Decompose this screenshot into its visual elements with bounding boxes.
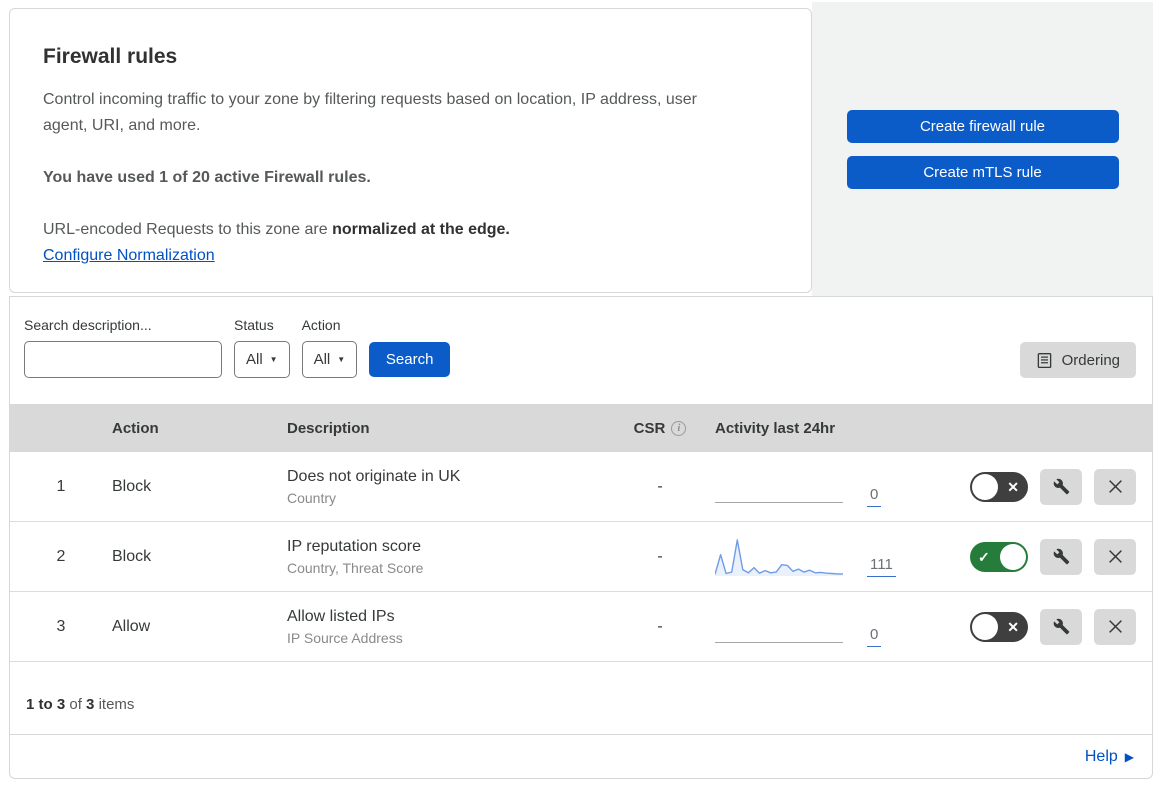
action-label: Action (301, 317, 341, 333)
rule-action: Block (112, 477, 152, 495)
rule-priority: 1 (56, 477, 66, 495)
edit-rule-button[interactable] (1040, 608, 1082, 645)
toggle-knob (972, 613, 998, 640)
rule-criteria: Country, Threat Score (287, 559, 424, 576)
pagination-range: 1 to 3 (26, 696, 66, 713)
rule-priority: 3 (56, 617, 66, 635)
delete-rule-button[interactable] (1094, 468, 1136, 505)
table-row: 1 Block Does not originate in UK Country… (10, 452, 1152, 522)
edit-rule-button[interactable] (1040, 468, 1082, 505)
intro-card: Firewall rules Control incoming traffic … (9, 8, 812, 293)
list-document-icon (1037, 352, 1051, 368)
normalization-text: URL-encoded Requests to this zone are (43, 221, 333, 238)
rule-description: Allow listed IPs (287, 607, 395, 625)
normalization-notice: URL-encoded Requests to this zone are no… (43, 217, 743, 243)
configure-normalization-link[interactable]: Configure Normalization (43, 247, 215, 264)
x-icon: ✕ (1007, 618, 1019, 635)
check-icon: ✓ (978, 548, 990, 565)
status-dropdown[interactable]: All ▼ (234, 341, 290, 378)
column-header-action: Action (112, 419, 159, 437)
action-dropdown[interactable]: All ▼ (301, 341, 358, 378)
toggle-knob (1000, 543, 1026, 570)
rule-enable-toggle[interactable]: ✓ ✕ (970, 611, 1028, 642)
close-icon (1108, 620, 1122, 633)
activity-sparkline-flat (715, 642, 843, 643)
column-header-activity: Activity last 24hr (715, 419, 836, 437)
rule-enable-toggle[interactable]: ✓ ✕ (970, 541, 1028, 572)
rule-csr-value: - (657, 477, 663, 495)
x-icon: ✕ (1007, 478, 1019, 495)
usage-notice: You have used 1 of 20 active Firewall ru… (43, 169, 371, 186)
table-row: 3 Allow Allow listed IPs IP Source Addre… (10, 592, 1152, 662)
activity-count-link[interactable]: 111 (867, 556, 896, 577)
column-header-csr: CSR i (634, 420, 687, 437)
top-section: Firewall rules Control incoming traffic … (0, 0, 1161, 296)
rule-csr-value: - (657, 617, 663, 635)
ordering-button[interactable]: Ordering (1019, 342, 1136, 378)
table-header: Action Description CSR i Activity last 2… (10, 404, 1152, 452)
search-box (24, 341, 222, 378)
rule-criteria: Country (287, 489, 337, 506)
search-label: Search description... (24, 317, 152, 333)
action-dropdown-value: All (313, 351, 331, 368)
pagination-total: 3 (86, 696, 95, 713)
page-title: Firewall rules (43, 45, 178, 68)
activity-sparkline-chart (715, 539, 843, 576)
wrench-icon (1053, 548, 1069, 565)
pagination-of: of (69, 696, 82, 713)
rule-description: IP reputation score (287, 537, 422, 555)
status-dropdown-value: All (246, 351, 263, 368)
rule-enable-toggle[interactable]: ✓ ✕ (970, 471, 1028, 502)
chevron-down-icon: ▼ (269, 355, 278, 364)
rule-action: Allow (112, 617, 151, 635)
chevron-down-icon: ▼ (337, 355, 346, 364)
help-link[interactable]: Help ▶ (1085, 748, 1134, 766)
rule-description: Does not originate in UK (287, 467, 461, 485)
right-triangle-icon: ▶ (1124, 749, 1134, 764)
close-icon (1108, 550, 1122, 563)
filter-bar: Search description... Status All ▼ Actio… (10, 297, 1152, 404)
create-mtls-rule-button[interactable]: Create mTLS rule (846, 155, 1119, 189)
help-label: Help (1084, 747, 1118, 765)
csr-header-label: CSR (633, 419, 666, 437)
activity-count-link[interactable]: 0 (867, 626, 882, 647)
page-description: Control incoming traffic to your zone by… (43, 91, 697, 134)
create-firewall-rule-button[interactable]: Create firewall rule (846, 109, 1119, 143)
ordering-button-label: Ordering (1061, 351, 1120, 369)
search-button[interactable]: Search (369, 342, 451, 377)
rule-priority: 2 (56, 547, 66, 565)
column-header-description: Description (287, 419, 370, 437)
normalization-bold: normalized at the edge. (332, 221, 510, 238)
info-icon[interactable]: i (671, 420, 687, 436)
rules-card: Search description... Status All ▼ Actio… (9, 296, 1153, 735)
help-bar: Help ▶ (9, 735, 1153, 779)
close-icon (1108, 480, 1122, 493)
activity-sparkline-flat (715, 502, 843, 503)
search-input[interactable] (41, 342, 222, 377)
rule-criteria: IP Source Address (287, 629, 403, 646)
pagination-summary: 1 to 3 of 3 items (10, 662, 1152, 734)
actions-panel: Create firewall rule Create mTLS rule (812, 2, 1153, 296)
delete-rule-button[interactable] (1094, 538, 1136, 575)
rule-action: Block (112, 547, 152, 565)
rule-csr-value: - (657, 547, 663, 565)
wrench-icon (1053, 618, 1069, 635)
delete-rule-button[interactable] (1094, 608, 1136, 645)
edit-rule-button[interactable] (1040, 538, 1082, 575)
wrench-icon (1053, 478, 1069, 495)
table-row: 2 Block IP reputation score Country, Thr… (10, 522, 1152, 592)
toggle-knob (972, 473, 998, 500)
status-label: Status (234, 317, 274, 333)
activity-count-link[interactable]: 0 (867, 486, 882, 507)
pagination-items: items (98, 696, 135, 713)
